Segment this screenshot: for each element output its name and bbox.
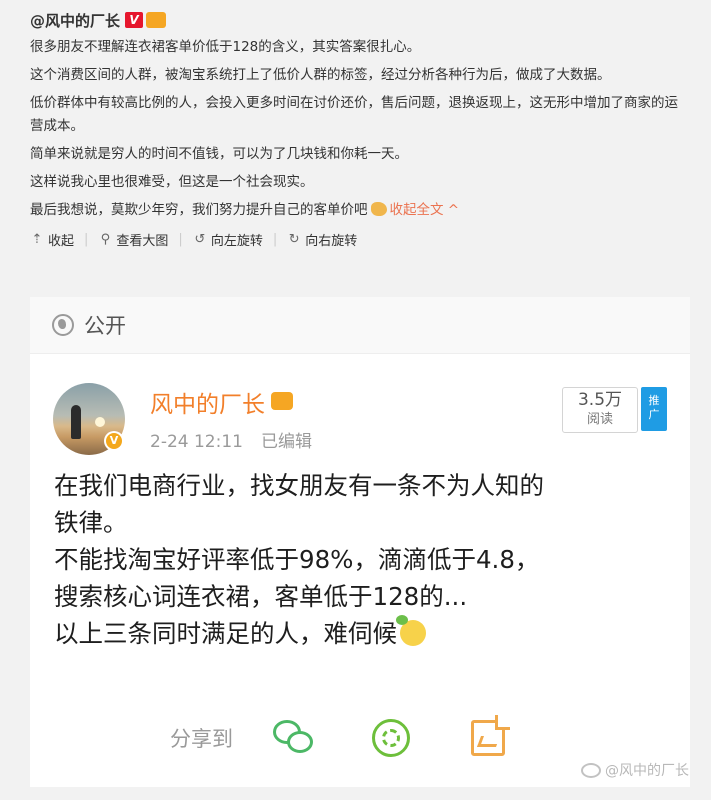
- post-paragraph-4: 简单来说就是穷人的时间不值钱，可以为了几块钱和你耗一天。: [30, 146, 408, 162]
- card-line-1: 在我们电商行业，找女朋友有一条不为人知的: [54, 471, 544, 500]
- card-line-2: 铁律。: [54, 508, 128, 537]
- card-line-5: 以上三条同时满足的人，难伺候: [54, 615, 674, 652]
- share-label: 分享到: [170, 727, 233, 751]
- view-large-button[interactable]: ⚲ 查看大图: [98, 230, 169, 249]
- screenshot-card: 公开 V 风中的厂长 2-24 12:11 已编辑 3.5万 阅读 推 广 在我们…: [30, 297, 690, 787]
- edited-label: 已编辑: [260, 432, 312, 452]
- weibo-logo-icon: [581, 762, 601, 778]
- card-username[interactable]: 风中的厂长: [150, 385, 293, 419]
- rotate-left-label: 向左旋转: [210, 233, 263, 249]
- visibility-header: 公开: [30, 297, 690, 354]
- post-paragraph-3: 低价群体中有较高比例的人，会投入更多时间在讨价还价，售后问题，退换返现上，这无形…: [30, 95, 678, 134]
- globe-icon: [52, 314, 74, 336]
- card-line-5-text: 以上三条同时满足的人，难伺候: [54, 619, 397, 648]
- post-text: 很多朋友不理解连衣裙客单价低于128的含义，其实答案很扎心。 这个消费区间的人群…: [30, 36, 690, 222]
- rotate-left-icon: ↺: [194, 231, 206, 247]
- post-paragraph-1: 很多朋友不理解连衣裙客单价低于128的含义，其实答案很扎心。: [30, 39, 421, 55]
- search-icon: ⚲: [100, 231, 111, 247]
- toolbar-divider: |: [178, 231, 183, 247]
- post-date: 2-24 12:11: [150, 432, 243, 452]
- person-silhouette: [71, 405, 81, 439]
- read-count: 3.5万: [577, 390, 623, 410]
- member-badge-icon: [271, 392, 293, 410]
- image-toolbar: ⇡ 收起 | ⚲ 查看大图 | ↺ 向左旋转 | ↻ 向右旋转: [30, 228, 690, 250]
- post-paragraph-5: 这样说我心里也很难受，但这是一个社会现实。: [30, 174, 314, 190]
- toolbar-divider: |: [272, 231, 278, 247]
- rotate-right-button[interactable]: ↻ 向右旋转: [287, 230, 357, 249]
- chevron-up-icon: ^: [447, 202, 460, 218]
- post-meta: 2-24 12:11 已编辑: [150, 427, 312, 452]
- card-username-text: 风中的厂长: [150, 392, 265, 418]
- level-badge-icon: [146, 12, 167, 28]
- watermark-text: @风中的厂长: [605, 763, 689, 779]
- arrow-up-icon: ⇡: [31, 231, 43, 247]
- card-post-body: 在我们电商行业，找女朋友有一条不为人知的 铁律。 不能找淘宝好评率低于98%，滴…: [54, 467, 674, 652]
- card-line-4: 搜索核心词连衣裙，客单低于128的...: [54, 582, 468, 611]
- post-paragraph-2: 这个消费区间的人群，被淘宝系统打上了低价人群的标签，经过分析各种行为后，做成了大…: [30, 67, 611, 83]
- doge-emoji-icon: [396, 615, 426, 646]
- verified-badge-icon: V: [125, 12, 144, 28]
- post-paragraph-6: 最后我想说，莫欺少年穷，我们努力提升自己的客单价吧 收起全文 ^: [30, 199, 690, 222]
- post-last-text: 最后我想说，莫欺少年穷，我们努力提升自己的客单价吧: [30, 202, 368, 218]
- rotate-left-button[interactable]: ↺ 向左旋转: [193, 230, 263, 249]
- avatar-verified-icon: V: [104, 431, 124, 451]
- collapse-button[interactable]: ⇡ 收起: [30, 230, 74, 249]
- share-moments-button[interactable]: [370, 717, 412, 759]
- collapse-button-label: 收起: [48, 233, 75, 249]
- moments-icon: [372, 719, 410, 757]
- promote-label-2: 广: [648, 408, 660, 421]
- card-line-3: 不能找淘宝好评率低于98%，滴滴低于4.8，: [54, 545, 540, 574]
- sun-graphic: [95, 417, 105, 427]
- muscle-emoji-icon: [370, 202, 387, 216]
- share-wechat-button[interactable]: [273, 717, 315, 759]
- watermark: @风中的厂长: [581, 760, 689, 780]
- promote-button[interactable]: 推 广: [641, 387, 667, 431]
- rotate-right-icon: ↻: [288, 231, 300, 247]
- rotate-right-label: 向右旋转: [305, 233, 358, 249]
- read-label: 阅读: [586, 412, 613, 427]
- share-bar: 分享到: [170, 717, 564, 759]
- save-image-button[interactable]: [467, 717, 509, 759]
- promote-label-1: 推: [648, 394, 660, 407]
- read-count-box: 3.5万 阅读: [562, 387, 638, 433]
- visibility-label: 公开: [84, 314, 126, 338]
- wechat-icon: [273, 720, 315, 756]
- collapse-full-text-link[interactable]: 收起全文 ^: [390, 202, 460, 218]
- save-image-icon: [471, 720, 505, 756]
- post-author-name[interactable]: @风中的厂长: [30, 10, 120, 31]
- weibo-post: @风中的厂长 V 很多朋友不理解连衣裙客单价低于128的含义，其实答案很扎心。 …: [30, 8, 690, 250]
- toolbar-divider: |: [84, 231, 89, 247]
- avatar-verified-mark: V: [106, 433, 122, 449]
- post-author-line: @风中的厂长 V: [30, 8, 690, 32]
- view-large-label: 查看大图: [116, 233, 169, 249]
- collapse-full-text-label: 收起全文: [389, 202, 444, 218]
